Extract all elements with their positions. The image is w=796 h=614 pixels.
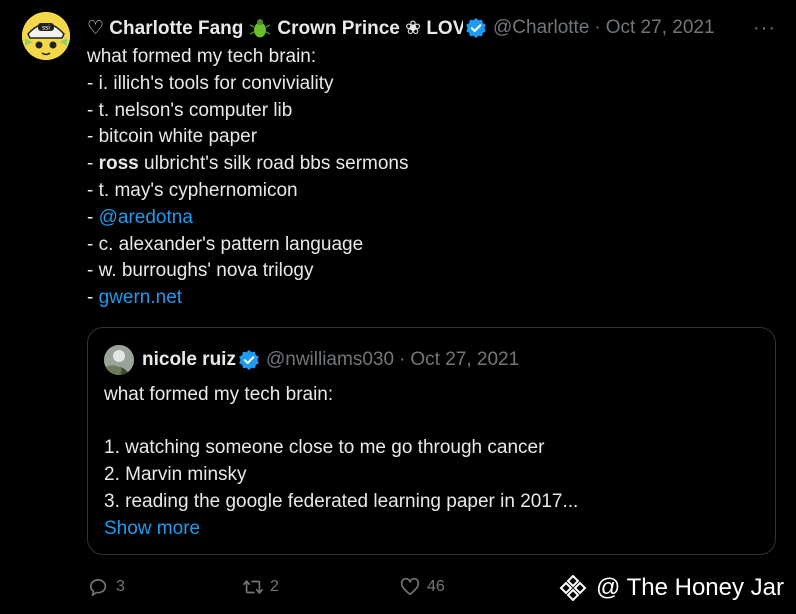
quote-author-name[interactable]: nicole ruiz (142, 349, 236, 371)
quote-author-handle: @nwilliams030 (265, 349, 395, 370)
reply-count: 3 (116, 578, 125, 595)
tweet: ssi ♡ Charlotte Fang Crown Prince ❀ LOV … (0, 0, 796, 614)
quote-author-avatar[interactable] (104, 345, 134, 375)
bug-emoji-icon (249, 17, 271, 39)
tweet-date[interactable]: Oct 27, 2021 (606, 17, 715, 39)
binance-logo-icon (559, 574, 587, 602)
verified-badge-icon (239, 350, 259, 370)
retweet-button[interactable]: 2 (242, 576, 279, 598)
url-link[interactable]: gwern.net (99, 287, 182, 308)
line-rest: ulbricht's silk road bbs sermons (138, 153, 409, 175)
tweet-text: what formed my tech brain: - i. illich's… (87, 44, 767, 312)
tweet-line: what formed my tech brain: (87, 46, 317, 67)
tweet-line: - t. may's cyphernomicon (87, 179, 298, 201)
show-more-link[interactable]: Show more (104, 516, 754, 543)
bold-word: ross (98, 153, 139, 175)
tweet-line: - gwern.net (87, 285, 767, 312)
tweet-line: - bitcoin white paper (87, 126, 258, 148)
like-count: 46 (427, 578, 445, 595)
tweet-line: - t. nelson's computer lib (87, 99, 293, 121)
verified-badge-icon (466, 18, 486, 38)
quote-date: Oct 27, 2021 (410, 349, 520, 370)
tweet-line: - c. alexander's pattern language (87, 233, 364, 255)
tweet-line: - w. burroughs' nova trilogy (87, 260, 314, 282)
author-handle[interactable]: @Charlotte (493, 17, 589, 39)
more-options-icon[interactable]: ··· (753, 17, 782, 40)
tweet-line: - @aredotna (87, 205, 767, 232)
mention-link[interactable]: @aredotna (99, 207, 193, 228)
line-prefix: - (87, 206, 99, 228)
tweet-line: - ross ulbricht's silk road bbs sermons (87, 151, 767, 178)
watermark-text: @ The Honey Jar (596, 574, 785, 601)
tweet-header: ♡ Charlotte Fang Crown Prince ❀ LOV @Cha… (87, 14, 782, 42)
header-separator: · (594, 17, 601, 38)
line-prefix: - (87, 153, 99, 175)
quote-line: 1. watching someone close to me go throu… (104, 437, 545, 459)
author-name[interactable]: ♡ Charlotte Fang Crown Prince ❀ LOV (87, 17, 463, 40)
quote-line: 3. reading the google federated learning… (104, 490, 579, 512)
heart-icon (400, 577, 420, 596)
watermark: @ The Honey Jar (558, 570, 784, 606)
quote-line (104, 409, 754, 436)
author-name-part2: Crown Prince ❀ LOV (277, 17, 463, 39)
author-avatar[interactable]: ssi (22, 12, 70, 60)
quoted-tweet[interactable]: nicole ruiz @nwilliams030 · Oct 27, 2021… (87, 327, 776, 555)
author-name-part1: ♡ Charlotte Fang (87, 17, 244, 39)
quote-separator: · (399, 349, 406, 370)
like-button[interactable]: 46 (399, 576, 445, 598)
line-prefix: - (87, 287, 99, 309)
quote-header: nicole ruiz @nwilliams030 · Oct 27, 2021 (104, 345, 520, 375)
retweet-icon (243, 580, 263, 594)
quote-text: what formed my tech brain: 1. watching s… (104, 382, 754, 542)
quote-line: what formed my tech brain: (104, 384, 334, 405)
reply-icon (89, 579, 107, 597)
tweet-line: - i. illich's tools for conviviality (87, 72, 334, 94)
quote-line: 2. Marvin minsky (104, 464, 247, 486)
svg-text:ssi: ssi (42, 25, 50, 32)
retweet-count: 2 (270, 578, 279, 595)
reply-button[interactable]: 3 (88, 576, 125, 598)
